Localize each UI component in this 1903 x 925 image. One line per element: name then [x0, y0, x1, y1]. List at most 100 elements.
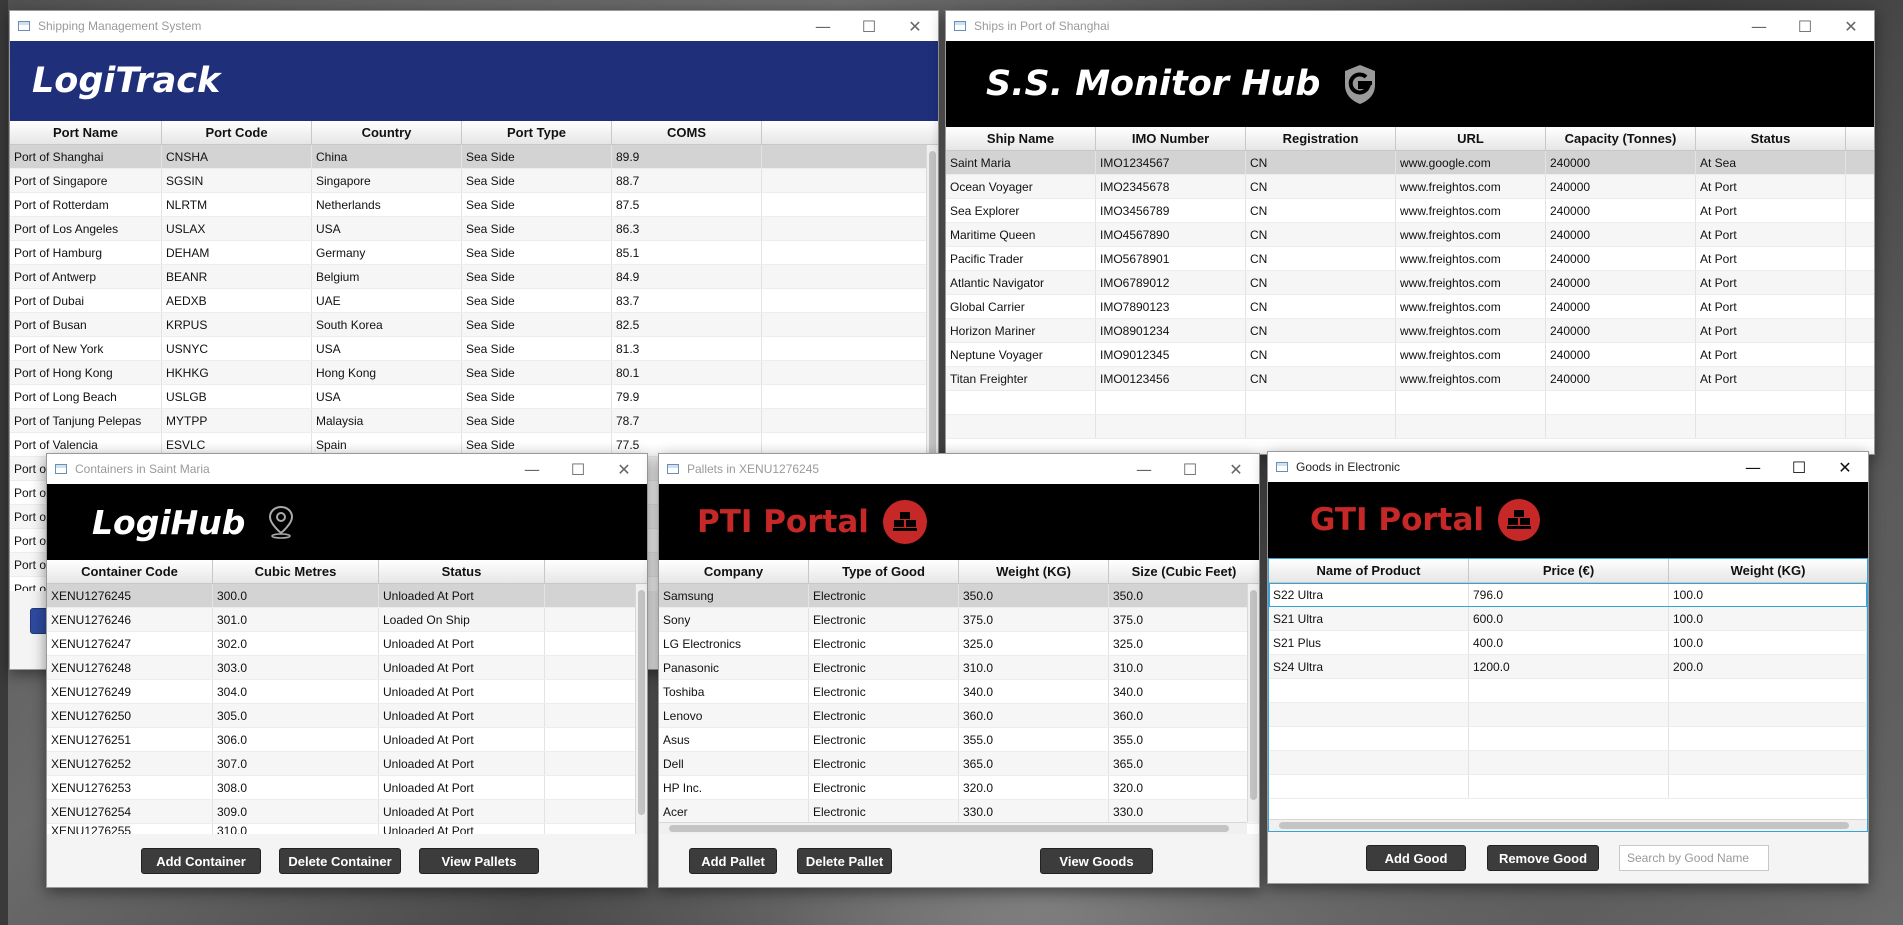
- table-row[interactable]: Samsung Electronic 350.0 350.0: [659, 584, 1259, 608]
- delete-pallet-button[interactable]: Delete Pallet: [797, 848, 892, 874]
- table-row[interactable]: Ocean Voyager IMO2345678 CN www.freighto…: [946, 175, 1874, 199]
- add-pallet-button[interactable]: Add Pallet: [689, 848, 777, 874]
- table-row[interactable]: Dell Electronic 365.0 365.0: [659, 752, 1259, 776]
- scrollbar-thumb[interactable]: [638, 590, 645, 815]
- minimize-icon[interactable]: —: [509, 454, 555, 484]
- maximize-icon[interactable]: ☐: [1776, 452, 1822, 482]
- table-row[interactable]: Atlantic Navigator IMO6789012 CN www.fre…: [946, 271, 1874, 295]
- table-row[interactable]: LG Electronics Electronic 325.0 325.0: [659, 632, 1259, 656]
- table-row[interactable]: Port of Los Angeles USLAX USA Sea Side 8…: [10, 217, 938, 241]
- maximize-icon[interactable]: ☐: [555, 454, 601, 484]
- column-header[interactable]: Status: [1696, 127, 1846, 150]
- maximize-icon[interactable]: ☐: [846, 11, 892, 41]
- table-row[interactable]: Maritime Queen IMO4567890 CN www.freight…: [946, 223, 1874, 247]
- table-row[interactable]: Port of Long Beach USLGB USA Sea Side 79…: [10, 385, 938, 409]
- table-horizontal-scrollbar[interactable]: [659, 822, 1247, 834]
- scrollbar-thumb[interactable]: [1279, 822, 1849, 829]
- table-row[interactable]: Sony Electronic 375.0 375.0: [659, 608, 1259, 632]
- close-icon[interactable]: ✕: [601, 454, 647, 484]
- table-row[interactable]: Port of Dubai AEDXB UAE Sea Side 83.7: [10, 289, 938, 313]
- table-row[interactable]: XENU1276254 309.0 Unloaded At Port: [47, 800, 647, 824]
- column-header[interactable]: Size (Cubic Feet): [1109, 560, 1259, 583]
- scrollbar-thumb[interactable]: [929, 151, 936, 481]
- table-row[interactable]: XENU1276252 307.0 Unloaded At Port: [47, 752, 647, 776]
- add-good-button[interactable]: Add Good: [1366, 845, 1466, 871]
- table-row[interactable]: S24 Ultra 1200.0 200.0: [1269, 655, 1867, 679]
- table-row[interactable]: XENU1276250 305.0 Unloaded At Port: [47, 704, 647, 728]
- column-header[interactable]: Type of Good: [809, 560, 959, 583]
- column-header[interactable]: Cubic Metres: [213, 560, 379, 583]
- table-row[interactable]: XENU1276246 301.0 Loaded On Ship: [47, 608, 647, 632]
- table-row[interactable]: Sea Explorer IMO3456789 CN www.freightos…: [946, 199, 1874, 223]
- column-header[interactable]: Port Type: [462, 121, 612, 144]
- column-header[interactable]: Port Name: [10, 121, 162, 144]
- close-icon[interactable]: ✕: [1822, 452, 1868, 482]
- table-row[interactable]: XENU1276247 302.0 Unloaded At Port: [47, 632, 647, 656]
- table-row[interactable]: S21 Ultra 600.0 100.0: [1269, 607, 1867, 631]
- column-header[interactable]: Name of Product: [1269, 559, 1469, 582]
- maximize-icon[interactable]: ☐: [1167, 454, 1213, 484]
- column-header[interactable]: Price (€): [1469, 559, 1669, 582]
- close-icon[interactable]: ✕: [1828, 11, 1874, 41]
- scrollbar-thumb[interactable]: [1250, 590, 1257, 800]
- column-header[interactable]: Status: [379, 560, 545, 583]
- table-row[interactable]: S22 Ultra 796.0 100.0: [1269, 583, 1867, 607]
- table-row[interactable]: XENU1276245 300.0 Unloaded At Port: [47, 584, 647, 608]
- table-row[interactable]: Asus Electronic 355.0 355.0: [659, 728, 1259, 752]
- view-goods-button[interactable]: View Goods: [1040, 848, 1153, 874]
- table-row[interactable]: Saint Maria IMO1234567 CN www.google.com…: [946, 151, 1874, 175]
- table-row[interactable]: Port of Antwerp BEANR Belgium Sea Side 8…: [10, 265, 938, 289]
- table-row[interactable]: Toshiba Electronic 340.0 340.0: [659, 680, 1259, 704]
- table-row[interactable]: Titan Freighter IMO0123456 CN www.freigh…: [946, 367, 1874, 391]
- table-row[interactable]: Port of Hamburg DEHAM Germany Sea Side 8…: [10, 241, 938, 265]
- table-row[interactable]: Port of Rotterdam NLRTM Netherlands Sea …: [10, 193, 938, 217]
- column-header[interactable]: Country: [312, 121, 462, 144]
- table-row[interactable]: XENU1276248 303.0 Unloaded At Port: [47, 656, 647, 680]
- table-row[interactable]: XENU1276249 304.0 Unloaded At Port: [47, 680, 647, 704]
- table-row[interactable]: S21 Plus 400.0 100.0: [1269, 631, 1867, 655]
- column-header[interactable]: Capacity (Tonnes): [1546, 127, 1696, 150]
- remove-good-button[interactable]: Remove Good: [1487, 845, 1599, 871]
- table-row[interactable]: Port of Hong Kong HKHKG Hong Kong Sea Si…: [10, 361, 938, 385]
- table-row[interactable]: Port of Shanghai CNSHA China Sea Side 89…: [10, 145, 938, 169]
- table-row[interactable]: Neptune Voyager IMO9012345 CN www.freigh…: [946, 343, 1874, 367]
- table-row[interactable]: Panasonic Electronic 310.0 310.0: [659, 656, 1259, 680]
- column-header[interactable]: IMO Number: [1096, 127, 1246, 150]
- column-header[interactable]: Ship Name: [946, 127, 1096, 150]
- column-header[interactable]: Container Code: [47, 560, 213, 583]
- minimize-icon[interactable]: —: [1730, 452, 1776, 482]
- table-row[interactable]: Acer Electronic 330.0 330.0: [659, 800, 1259, 824]
- add-container-button[interactable]: Add Container: [141, 848, 261, 874]
- table-row[interactable]: XENU1276251 306.0 Unloaded At Port: [47, 728, 647, 752]
- view-pallets-button[interactable]: View Pallets: [419, 848, 539, 874]
- column-header[interactable]: Weight (KG): [1669, 559, 1867, 582]
- table-row[interactable]: Port of Tanjung Pelepas MYTPP Malaysia S…: [10, 409, 938, 433]
- table-horizontal-scrollbar[interactable]: [1269, 819, 1867, 831]
- table-row[interactable]: Global Carrier IMO7890123 CN www.freight…: [946, 295, 1874, 319]
- close-icon[interactable]: ✕: [1213, 454, 1259, 484]
- column-header[interactable]: URL: [1396, 127, 1546, 150]
- table-vertical-scrollbar[interactable]: [635, 584, 647, 834]
- table-row[interactable]: HP Inc. Electronic 320.0 320.0: [659, 776, 1259, 800]
- table-row[interactable]: Pacific Trader IMO5678901 CN www.freight…: [946, 247, 1874, 271]
- minimize-icon[interactable]: —: [800, 11, 846, 41]
- delete-container-button[interactable]: Delete Container: [279, 848, 401, 874]
- column-header[interactable]: Registration: [1246, 127, 1396, 150]
- column-header[interactable]: Company: [659, 560, 809, 583]
- close-icon[interactable]: ✕: [892, 11, 938, 41]
- maximize-icon[interactable]: ☐: [1782, 11, 1828, 41]
- table-row[interactable]: Port of New York USNYC USA Sea Side 81.3: [10, 337, 938, 361]
- column-header[interactable]: COMS: [612, 121, 762, 144]
- scrollbar-thumb[interactable]: [669, 825, 1229, 832]
- minimize-icon[interactable]: —: [1736, 11, 1782, 41]
- column-header[interactable]: Port Code: [162, 121, 312, 144]
- table-row[interactable]: Lenovo Electronic 360.0 360.0: [659, 704, 1259, 728]
- table-row[interactable]: Horizon Mariner IMO8901234 CN www.freigh…: [946, 319, 1874, 343]
- search-input[interactable]: Search by Good Name: [1619, 845, 1769, 871]
- table-vertical-scrollbar[interactable]: [1247, 584, 1259, 822]
- table-row[interactable]: XENU1276255 310.0 Unloaded At Port: [47, 824, 647, 834]
- table-row[interactable]: Port of Busan KRPUS South Korea Sea Side…: [10, 313, 938, 337]
- table-row[interactable]: Port of Singapore SGSIN Singapore Sea Si…: [10, 169, 938, 193]
- minimize-icon[interactable]: —: [1121, 454, 1167, 484]
- column-header[interactable]: Weight (KG): [959, 560, 1109, 583]
